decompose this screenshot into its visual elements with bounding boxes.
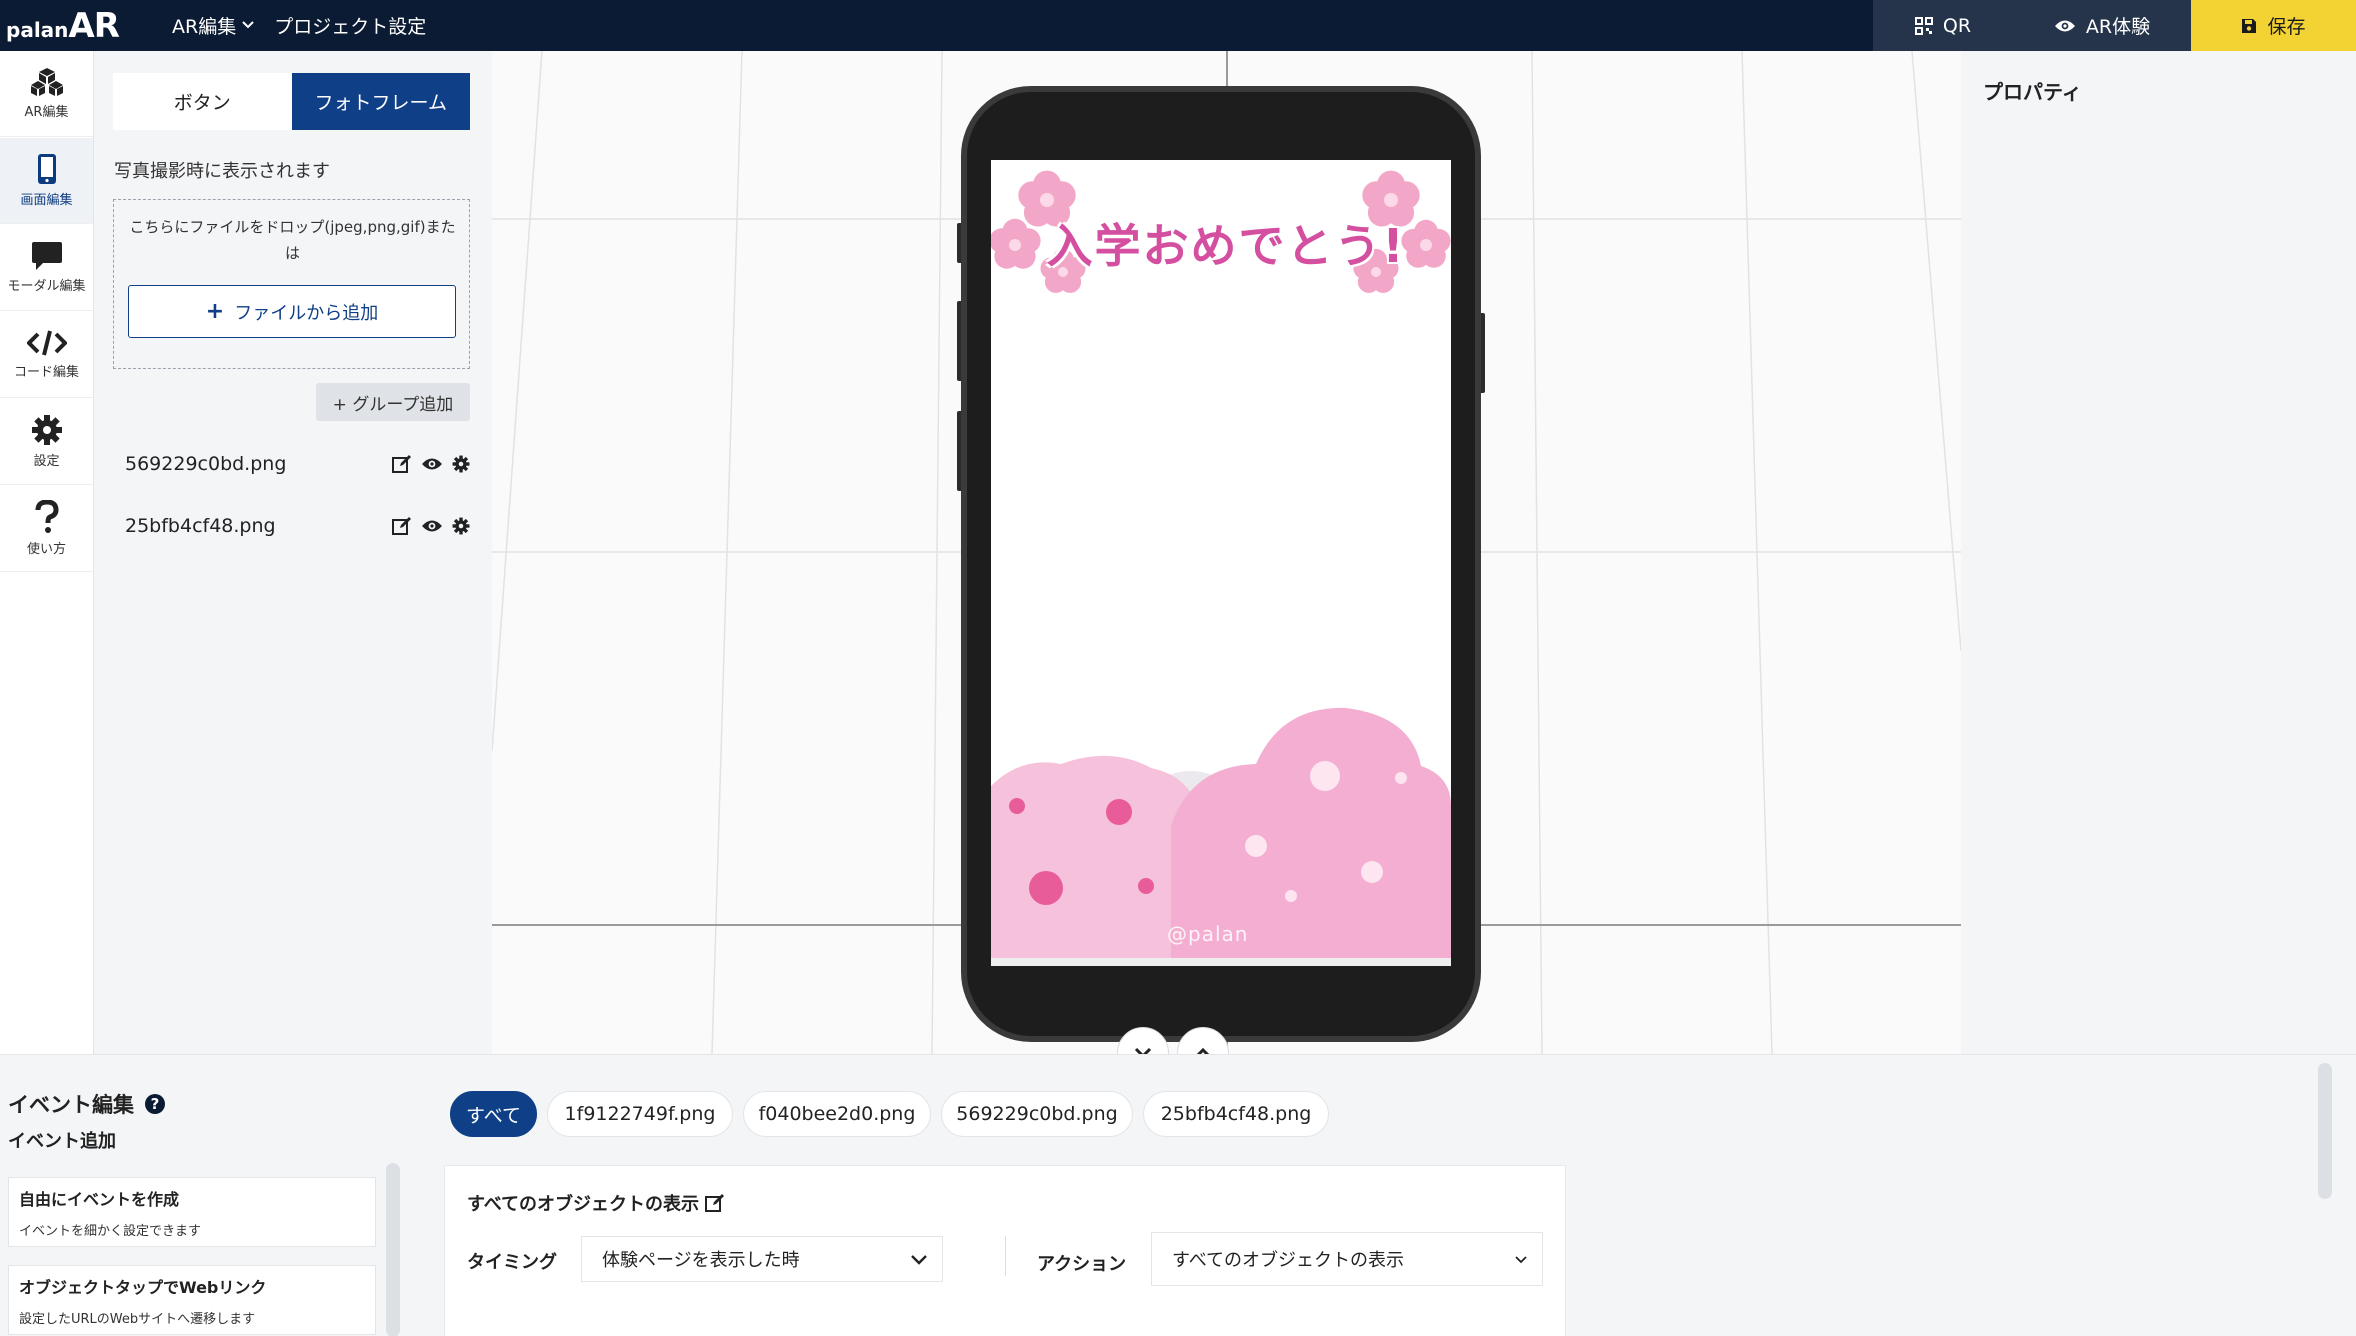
nav-code-edit[interactable]: コード編集 (0, 312, 93, 398)
chevron-up-icon (1196, 1047, 1210, 1054)
divider (1005, 1236, 1006, 1276)
chevron-down-icon (1134, 1047, 1152, 1054)
chevron-down-icon (911, 1255, 927, 1265)
nav-modal-edit[interactable]: モーダル編集 (0, 225, 93, 311)
menu-project-settings[interactable]: プロジェクト設定 (274, 12, 426, 39)
properties-panel: プロパティ (1961, 51, 2356, 1054)
eye-icon (2054, 20, 2075, 31)
top-actions: QR AR体験 保存 (1873, 0, 2356, 51)
add-file-button[interactable]: + ファイルから追加 (128, 285, 456, 338)
gear-icon[interactable] (452, 455, 470, 473)
eye-icon[interactable] (421, 457, 443, 471)
gear-icon (31, 415, 62, 445)
ar-stage[interactable]: 入学おめでとう! @palan (492, 51, 1961, 1054)
smartphone-icon (37, 154, 56, 184)
action-label: アクション (1037, 1254, 1127, 1275)
phone-mockup: 入学おめでとう! @palan (961, 86, 1481, 1042)
event-add-title: イベント追加 (8, 1131, 116, 1152)
edit-icon[interactable] (392, 454, 412, 474)
cubes-icon (30, 68, 63, 96)
edit-icon[interactable] (705, 1193, 725, 1213)
watermark: @palan (1167, 922, 1249, 946)
chevron-down-icon (242, 21, 254, 29)
top-menu: AR編集 プロジェクト設定 (172, 10, 446, 40)
qr-button[interactable]: QR (1873, 0, 2013, 51)
action-select[interactable]: すべてのオブジェクトの表示 (1151, 1232, 1543, 1286)
nav-settings[interactable]: 設定 (0, 399, 93, 485)
chevron-down-icon (1515, 1256, 1527, 1264)
panel-tabs: ボタン フォトフレーム (113, 73, 470, 130)
nav-ar-edit[interactable]: AR編集 (0, 51, 93, 137)
filter-pill[interactable]: 25bfb4cf48.png (1143, 1091, 1329, 1137)
menu-ar-edit[interactable]: AR編集 (172, 12, 254, 39)
question-icon (35, 500, 59, 533)
qr-icon (1914, 16, 1933, 35)
ar-experience-button[interactable]: AR体験 (2013, 0, 2191, 51)
event-template-card[interactable]: オブジェクトタップでWebリンク 設定したURLのWebサイトへ遷移します (8, 1265, 376, 1335)
event-editor-title: イベント編集 ? (8, 1089, 166, 1119)
gear-icon[interactable] (452, 517, 470, 535)
save-button[interactable]: 保存 (2191, 0, 2356, 51)
top-bar: palan AR AR編集 プロジェクト設定 QR AR体験 保存 (0, 0, 2356, 51)
svg-text:?: ? (151, 1095, 160, 1113)
filter-pill[interactable]: f040bee2d0.png (743, 1091, 931, 1137)
event-editor: イベント編集 ? イベント追加 自由にイベントを作成 イベントを細かく設定できま… (0, 1054, 2356, 1336)
file-row[interactable]: 569229c0bd.png (125, 449, 470, 479)
nav-help[interactable]: 使い方 (0, 486, 93, 572)
group-add-button[interactable]: + グループ追加 (316, 383, 470, 421)
screen-edit-panel: ボタン フォトフレーム 写真撮影時に表示されます こちらにファイルをドロップ(j… (94, 51, 492, 1054)
filter-pill[interactable]: 569229c0bd.png (941, 1091, 1133, 1137)
event-list-scrollbar[interactable] (386, 1163, 400, 1336)
help-circle-icon[interactable]: ? (144, 1093, 166, 1115)
tab-button[interactable]: ボタン (113, 73, 292, 130)
event-panel-title: すべてのオブジェクトの表示 (467, 1190, 725, 1216)
left-nav: AR編集 画面編集 モーダル編集 コード編集 設定 使い方 (0, 51, 94, 1054)
filter-pill-all[interactable]: すべて (450, 1091, 537, 1137)
dropzone-text: こちらにファイルをドロップ(jpeg,png,gif)または (129, 218, 456, 262)
edit-icon[interactable] (392, 516, 412, 536)
timing-label: タイミング (467, 1252, 557, 1273)
plus-icon: + (205, 299, 225, 324)
nav-screen-edit[interactable]: 画面編集 (0, 138, 93, 224)
code-icon (26, 330, 67, 356)
timing-select[interactable]: 体験ページを表示した時 (581, 1236, 943, 1282)
file-row[interactable]: 25bfb4cf48.png (125, 511, 470, 541)
event-editor-scrollbar[interactable] (2318, 1063, 2332, 1199)
filter-pill[interactable]: 1f9122749f.png (547, 1091, 733, 1137)
properties-title: プロパティ (1983, 80, 2082, 104)
app-logo[interactable]: palan AR (6, 6, 120, 46)
floppy-disk-icon (2242, 18, 2257, 33)
event-template-card[interactable]: 自由にイベントを作成 イベントを細かく設定できます (8, 1177, 376, 1247)
chat-bubble-icon (31, 242, 62, 270)
file-dropzone[interactable]: こちらにファイルをドロップ(jpeg,png,gif)または + ファイルから追… (113, 199, 470, 369)
greeting-text: 入学おめでとう! (1046, 219, 1406, 273)
event-detail-panel: すべてのオブジェクトの表示 タイミング 体験ページを表示した時 アクション すべ… (444, 1165, 1566, 1336)
eye-icon[interactable] (421, 519, 443, 533)
photoframe-hint: 写真撮影時に表示されます (114, 161, 330, 182)
phone-screen: 入学おめでとう! @palan (991, 160, 1451, 966)
tab-photoframe[interactable]: フォトフレーム (291, 73, 470, 130)
